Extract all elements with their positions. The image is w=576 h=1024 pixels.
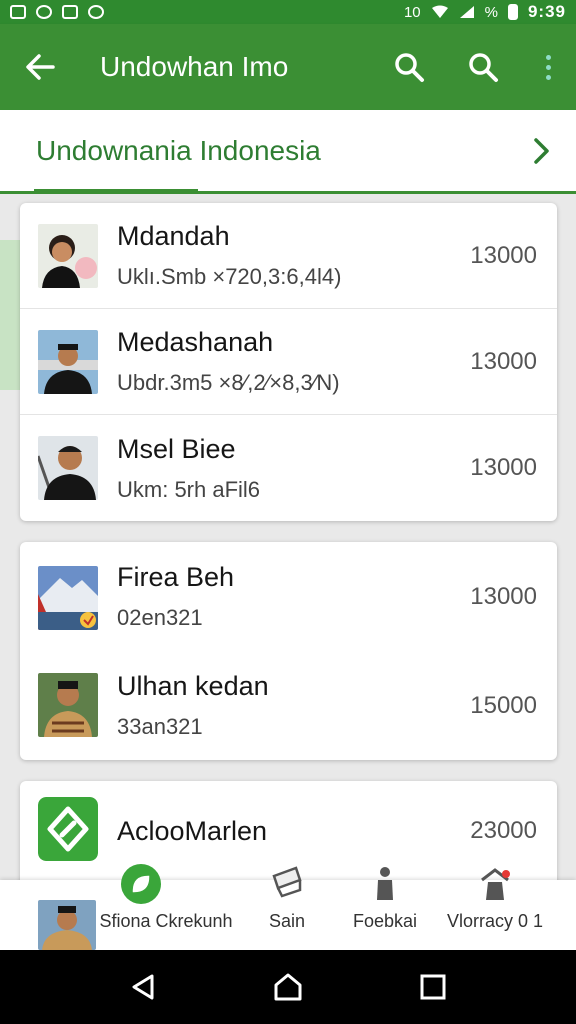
system-navigation-bar [0, 950, 576, 1024]
battery-icon [507, 4, 518, 20]
search-icon [395, 53, 424, 82]
back-button[interactable] [0, 24, 80, 110]
category-tab-bar: Undownania Indonesia [0, 110, 576, 194]
bottom-nav-label: Sain [268, 911, 306, 931]
leaf-icon [121, 864, 161, 904]
row-amount: 13000 [470, 241, 537, 269]
row-amount: 15000 [470, 691, 537, 719]
avatar-thumbnail [38, 673, 98, 737]
bottom-nav-item-sain[interactable]: Sain [252, 866, 322, 950]
tab-indicator [34, 189, 198, 194]
row-subtitle: Uklı.Smb ×720,3:6,4l4) [117, 264, 342, 289]
status-right-icons: 10 % 9:39 [404, 2, 566, 22]
page-title: Undowhan Imo [100, 51, 289, 82]
list-item[interactable]: Msel Biee Ukm: 5rh aFil6 13000 [20, 415, 557, 521]
row-amount: 13000 [470, 582, 537, 610]
battery-label: % [484, 3, 498, 21]
search-button[interactable] [372, 24, 446, 110]
bottom-nav-label: Foebkai [352, 911, 418, 931]
card-group-1: Mdandah Uklı.Smb ×720,3:6,4l4) 13000 Med… [20, 203, 557, 521]
row-text: Mdandah Uklı.Smb ×720,3:6,4l4) [117, 203, 341, 308]
row-text: Medashanah Ubdr.3m5 ×8⁄,2⁄×8,3⁄N) [117, 309, 340, 414]
row-subtitle: 02en321 [117, 605, 203, 630]
clock: 9:39 [527, 2, 566, 21]
chevron-right-icon [534, 137, 549, 164]
person-icon [377, 867, 393, 900]
avatar-thumbnail [38, 224, 98, 288]
row-text: Firea Beh 02en321 [117, 542, 234, 651]
row-title: Ulhan kedan [117, 671, 269, 701]
more-vert-icon [545, 54, 551, 80]
triangle-back-icon [132, 974, 154, 1000]
app-notification-icon [62, 5, 78, 19]
bottom-nav-label: Sfiona Ckrekunh [99, 911, 233, 931]
wifi-icon [431, 5, 448, 18]
row-title: Medashanah [117, 327, 274, 357]
row-subtitle: Ubdr.3m5 ×8⁄,2⁄×8,3⁄N) [117, 370, 340, 395]
system-home-button[interactable] [258, 957, 318, 1017]
tab-indonesia[interactable]: Undownania Indonesia [0, 135, 506, 167]
side-stripe [0, 240, 20, 390]
row-subtitle: 33an321 [117, 714, 203, 739]
row-text: Ulhan kedan 33an321 [117, 651, 269, 760]
person-alert-icon [481, 868, 510, 900]
list-item[interactable]: Ulhan kedan 33an321 15000 [20, 651, 557, 760]
tag-icon [272, 866, 302, 898]
search-button-secondary[interactable] [446, 24, 520, 110]
system-back-button[interactable] [113, 957, 173, 1017]
row-title: AcloоMarlen [117, 815, 268, 846]
row-title: Msel Biee [117, 433, 236, 464]
bottom-navigation: Sfiona Ckrekunh Sain Foebkai Vlorracy 0 … [0, 864, 576, 950]
avatar-thumbnail [38, 436, 98, 500]
alert-icon [88, 5, 104, 19]
bottom-nav-label: Vlorracy 0 1 [446, 911, 544, 931]
bottom-nav-item-home[interactable]: Sfiona Ckrekunh [96, 864, 236, 950]
row-amount: 13000 [470, 454, 537, 481]
status-bar: 10 % 9:39 [0, 0, 576, 24]
app-logo-icon [38, 797, 98, 861]
system-recents-button[interactable] [403, 957, 463, 1017]
search-icon [469, 53, 498, 82]
row-text: Msel Biee Ukm: 5rh aFil6 [117, 415, 260, 521]
arrow-left-icon [26, 54, 55, 80]
row-title: Firea Beh [117, 562, 235, 592]
row-title: Mdandah [117, 221, 230, 251]
home-icon [274, 973, 302, 1001]
list-item[interactable]: Mdandah Uklı.Smb ×720,3:6,4l4) 13000 [20, 203, 557, 309]
network-label: 10 [403, 3, 421, 21]
sync-icon [36, 5, 52, 19]
tab-next-button[interactable] [506, 136, 576, 166]
app-bar: Undowhan Imo [0, 24, 576, 110]
bottom-nav-item-foebkai[interactable]: Foebkai [345, 867, 425, 950]
overflow-menu-button[interactable] [520, 24, 576, 110]
signal-icon [459, 6, 474, 18]
row-amount: 23000 [470, 817, 537, 844]
gmail-icon [10, 5, 26, 19]
list-item[interactable]: Firea Beh 02en321 13000 [20, 542, 557, 651]
photo-thumbnail [38, 566, 98, 630]
square-recents-icon [420, 974, 446, 1000]
avatar-thumbnail [38, 330, 98, 394]
list-item[interactable]: Medashanah Ubdr.3m5 ×8⁄,2⁄×8,3⁄N) 13000 [20, 309, 557, 415]
row-amount: 13000 [470, 347, 537, 375]
profile-avatar[interactable] [38, 900, 96, 950]
row-subtitle: Ukm: 5rh aFil6 [117, 476, 261, 502]
bottom-nav-item-vlorracy[interactable]: Vlorracy 0 1 [440, 868, 550, 950]
card-group-2: Firea Beh 02en321 13000 Ulhan kedan 33an… [20, 542, 557, 760]
status-left-icons [10, 5, 104, 19]
